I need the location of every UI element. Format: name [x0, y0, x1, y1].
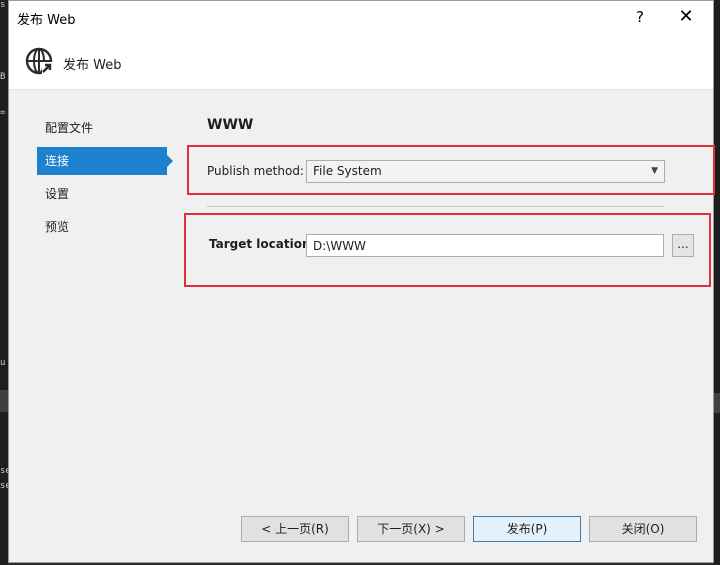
background-glyph: u — [0, 358, 6, 368]
previous-button[interactable]: < 上一页(R) — [241, 516, 349, 542]
header-title: 发布 Web — [63, 58, 122, 73]
target-location-input[interactable] — [306, 234, 664, 257]
dialog-header: 发布 Web — [9, 33, 713, 90]
globe-arrow-icon — [25, 47, 55, 75]
chevron-down-icon: ▼ — [651, 166, 658, 176]
nav-item-preview[interactable]: 预览 — [37, 213, 167, 241]
close-button[interactable]: 关闭(O) — [589, 516, 697, 542]
nav-item-connection[interactable]: 连接 — [37, 147, 173, 175]
help-button[interactable]: ? — [617, 1, 663, 33]
publish-method-label: Publish method: — [207, 164, 304, 178]
section-title: WWW — [207, 117, 254, 133]
background-glyph: B — [0, 72, 6, 82]
publish-method-select[interactable]: File System ▼ — [306, 160, 665, 183]
nav-item-settings[interactable]: 设置 — [37, 180, 167, 208]
publish-button[interactable]: 发布(P) — [473, 516, 581, 542]
background-band — [714, 393, 720, 413]
nav-item-profile[interactable]: 配置文件 — [37, 114, 167, 142]
background-editor-strip: s B = u se se — [0, 0, 11, 565]
background-glyph: s — [0, 0, 6, 10]
publish-web-dialog: 发布 Web ? ✕ 发布 Web 配置文件 连接 设置 预览 WWW Publ… — [8, 0, 715, 563]
browse-button[interactable]: ... — [672, 234, 694, 257]
title-bar[interactable]: 发布 Web ? ✕ — [9, 1, 713, 33]
background-glyph: = — [0, 108, 6, 118]
close-window-button[interactable]: ✕ — [663, 1, 709, 33]
next-button[interactable]: 下一页(X) > — [357, 516, 465, 542]
background-band — [0, 390, 8, 412]
divider — [207, 206, 664, 207]
wizard-nav: 配置文件 连接 设置 预览 — [37, 114, 173, 246]
window-title: 发布 Web — [17, 13, 76, 28]
background-right-edge — [714, 0, 720, 565]
publish-method-value: File System — [313, 164, 382, 178]
target-location-label: Target location: — [209, 237, 316, 251]
